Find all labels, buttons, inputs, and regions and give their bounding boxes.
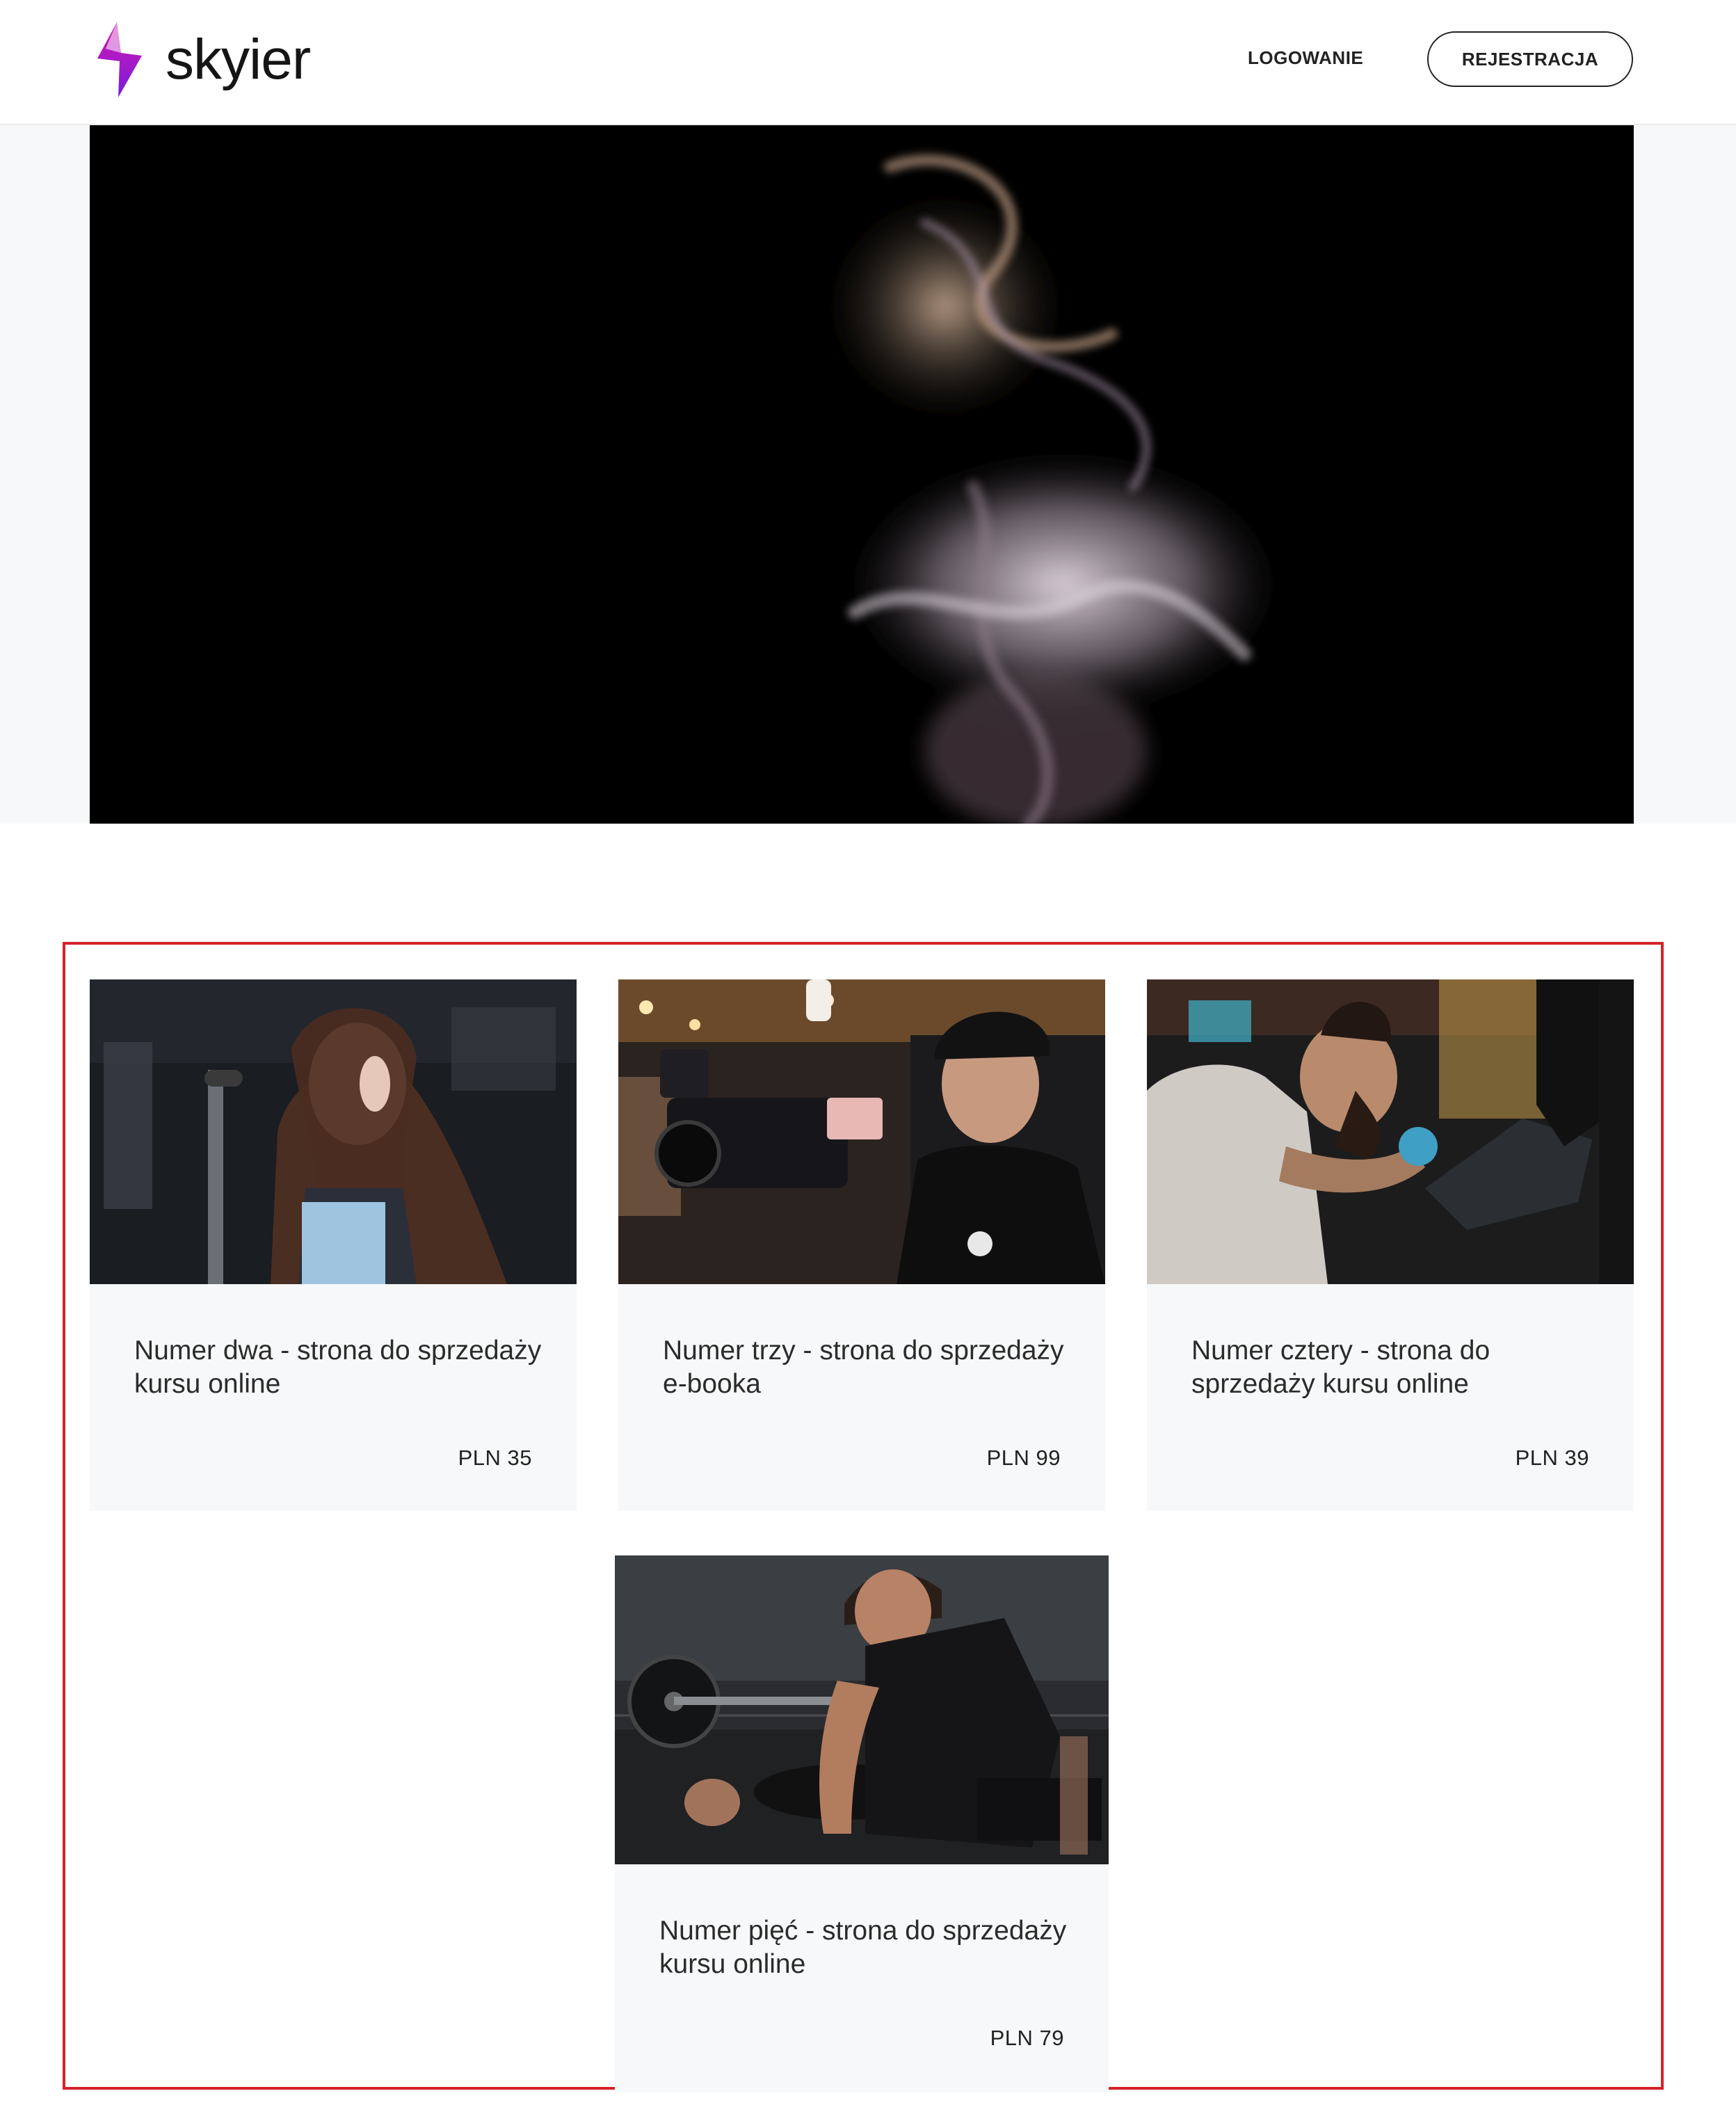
product-title[interactable]: Numer trzy - strona do sprzedaży e-booka [663, 1334, 1077, 1401]
logo-link[interactable]: skyier [93, 21, 311, 99]
product-title[interactable]: Numer dwa - strona do sprzedaży kursu on… [134, 1334, 549, 1401]
product-card[interactable]: Numer trzy - strona do sprzedaży e-booka… [618, 979, 1105, 1511]
hero-image-dancer [90, 125, 1634, 824]
product-card[interactable]: Numer cztery - strona do sprzedaży kursu… [1147, 979, 1634, 1511]
product-card[interactable]: Numer pięć - strona do sprzedaży kursu o… [615, 1555, 1109, 2092]
product-card[interactable]: Numer dwa - strona do sprzedaży kursu on… [90, 979, 577, 1511]
product-price: PLN 99 [986, 1446, 1061, 1470]
product-price: PLN 35 [458, 1446, 532, 1470]
login-link[interactable]: LOGOWANIE [1248, 47, 1363, 69]
logo-text: skyier [166, 28, 311, 91]
product-image-tattoo-artist [1147, 979, 1634, 1284]
lightning-bolt-icon [97, 22, 142, 97]
product-image-gym-training [615, 1555, 1109, 1864]
register-button[interactable]: REJESTRACJA [1427, 31, 1633, 87]
product-title[interactable]: Numer pięć - strona do sprzedaży kursu o… [659, 1914, 1081, 1981]
site-header: skyier LOGOWANIE REJESTRACJA [0, 0, 1736, 125]
product-title[interactable]: Numer cztery - strona do sprzedaży kursu… [1191, 1334, 1606, 1401]
product-price: PLN 79 [990, 2026, 1064, 2050]
product-price: PLN 39 [1515, 1446, 1589, 1470]
product-image-singer [90, 979, 577, 1284]
product-image-cameraman [618, 979, 1105, 1284]
products-section: Numer dwa - strona do sprzedaży kursu on… [63, 942, 1664, 2092]
